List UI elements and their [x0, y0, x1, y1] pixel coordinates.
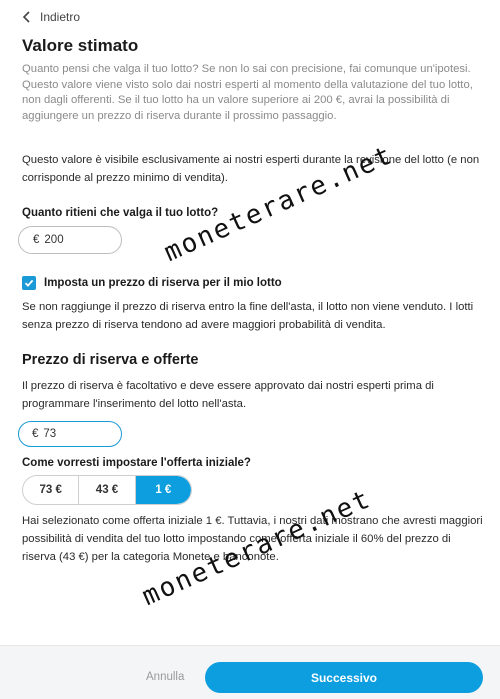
- back-link[interactable]: Indietro: [22, 10, 80, 24]
- reserve-note: Se non raggiunge il prezzo di riserva en…: [22, 301, 474, 331]
- next-button[interactable]: Successivo: [205, 662, 483, 693]
- valuation-page: Indietro Valore stimato Quanto pensi che…: [0, 0, 500, 699]
- starting-bid-selector: 73 € 43 € 1 €: [22, 475, 192, 505]
- starting-bid-option-selected[interactable]: 1 €: [135, 476, 191, 504]
- starting-bid-label: Come vorresti impostare l'offerta inizia…: [22, 457, 251, 469]
- reserve-checkbox-label: Imposta un prezzo di riserva per il mio …: [44, 277, 282, 289]
- chevron-left-icon: [22, 11, 30, 23]
- starting-bid-option[interactable]: 43 €: [79, 476, 136, 504]
- currency-symbol: €: [33, 234, 40, 246]
- reserve-price-value: 73: [43, 428, 57, 440]
- estimate-value: 200: [44, 234, 64, 246]
- visibility-notice: Questo valore è visibile esclusivamente …: [22, 154, 480, 184]
- intro-text: Quanto pensi che valga il tuo lotto? Se …: [22, 63, 473, 122]
- cancel-button[interactable]: Annulla: [146, 671, 184, 683]
- currency-symbol: €: [32, 428, 39, 440]
- footer-bar: Annulla Successivo: [0, 645, 500, 699]
- estimate-value-input[interactable]: € 200: [18, 226, 122, 254]
- reserve-section-title: Prezzo di riserva e offerte: [22, 352, 199, 368]
- back-label: Indietro: [40, 10, 81, 24]
- reserve-checkbox[interactable]: [22, 276, 36, 290]
- reserve-section-description: Il prezzo di riserva è facoltativo e dev…: [22, 380, 434, 410]
- estimate-label: Quanto ritieni che valga il tuo lotto?: [22, 207, 219, 219]
- checkmark-icon: [24, 279, 34, 287]
- page-title: Valore stimato: [22, 36, 139, 55]
- reserve-price-input[interactable]: € 73: [18, 421, 122, 447]
- reserve-checkbox-row[interactable]: Imposta un prezzo di riserva per il mio …: [22, 276, 282, 290]
- starting-bid-option[interactable]: 73 €: [23, 476, 80, 504]
